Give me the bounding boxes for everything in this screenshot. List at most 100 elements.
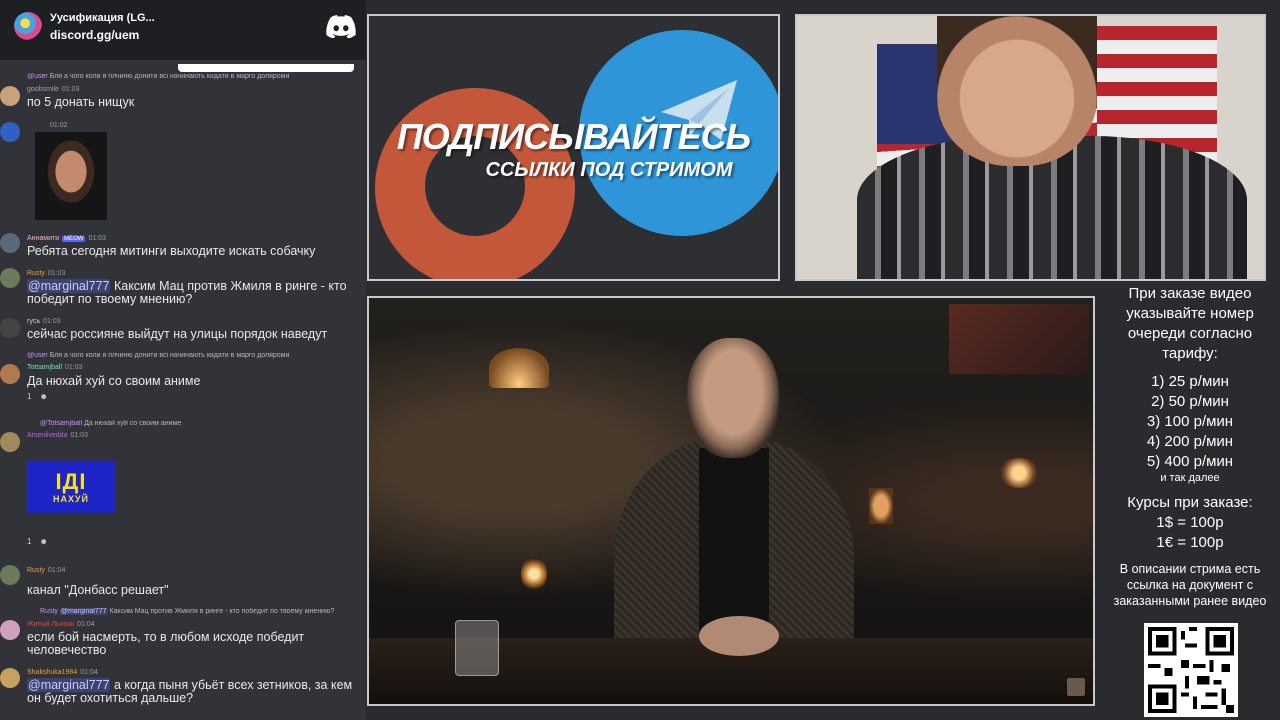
timestamp: 01:04 — [47, 567, 66, 574]
reply-preview[interactable]: Rusty @marginal777 Каксим Мац против Жми… — [40, 608, 366, 615]
timestamp: 01:03 — [88, 235, 107, 242]
courses-title: Курсы при заказе: — [1127, 494, 1253, 511]
author-name[interactable]: goobsmile — [27, 86, 59, 93]
reactions-row: 1 ☻ — [27, 392, 48, 401]
user-mention[interactable]: @marginal777 — [27, 279, 111, 293]
author-name[interactable]: Аннамити — [27, 235, 59, 242]
course-item: 1$ = 100р — [1156, 514, 1224, 531]
message-text: сейчас россияне выйдут на улицы порядок … — [27, 327, 328, 341]
timestamp: 01:03 — [65, 364, 83, 371]
candle-light — [521, 556, 547, 592]
stream-layout: Уусификация (LG... discord.gg/uem @user … — [0, 0, 1280, 720]
timestamp: 01:03 — [47, 270, 66, 277]
author-name[interactable]: Rusty — [27, 270, 45, 277]
guild-name: Уусификация (LG... — [50, 12, 155, 24]
wall-poster — [949, 304, 1089, 374]
message-header: Житый Льосик 01:04 — [27, 621, 95, 628]
course-item: 1€ = 100р — [1156, 534, 1224, 551]
image-text: ІДІ — [55, 469, 87, 494]
message-text: если бой насмерть, то в любом исходе поб… — [27, 630, 305, 657]
reaction-emoji[interactable]: ☻ — [39, 392, 47, 401]
timestamp: 01:03 — [61, 86, 80, 93]
author-name[interactable]: Totsamjball — [27, 364, 62, 371]
author-name[interactable]: Rusty — [27, 567, 45, 574]
discord-chat-panel: Уусификация (LG... discord.gg/uem @user … — [0, 0, 366, 720]
message-header: goobsmile 01:03 — [27, 86, 79, 93]
author-name[interactable]: Shakshuka1984 — [27, 669, 77, 676]
author-name[interactable]: гусь — [27, 318, 40, 325]
discord-icon — [326, 15, 356, 38]
rate-item: 5) 400 р/мин — [1146, 453, 1234, 470]
channel-watermark-icon — [1067, 678, 1085, 696]
image-text: НАХУЙ — [52, 494, 90, 504]
reaction-emoji[interactable]: ☻ — [39, 537, 47, 546]
rate-item: 2) 50 р/мин — [1151, 393, 1229, 410]
banner-title: ПОДПИСЫВАЙТЕСЬ — [396, 116, 751, 157]
message-text: Да нюхай хуй со своим аниме — [27, 374, 201, 388]
message-text: Ребята сегодня митинги выходите искать с… — [27, 244, 316, 258]
message-header: Totsamjball 01:03 — [27, 364, 83, 371]
subscribe-banner: ПОДПИСЫВАЙТЕСЬ ССЫЛКИ ПОД СТРИМОМ — [367, 14, 780, 281]
avatar[interactable] — [0, 318, 20, 338]
guild-icon — [14, 12, 42, 40]
rates-etc: и так далее — [1160, 472, 1220, 484]
chat-input-strip — [178, 64, 354, 72]
avatar[interactable] — [0, 620, 20, 640]
role-badge: MEOW — [62, 235, 86, 242]
stream-description-note: В описании стрима есть ссылка на докумен… — [1113, 562, 1267, 608]
rate-item: 3) 100 р/мин — [1146, 413, 1234, 430]
avatar[interactable] — [0, 268, 20, 288]
ceiling-lamp — [489, 348, 549, 388]
order-info-panel: При заказе видео указывайте номер очеред… — [1100, 284, 1280, 609]
timestamp: 01:04 — [77, 621, 95, 628]
timestamp: 01:03 — [70, 432, 88, 439]
avatar[interactable] — [0, 122, 20, 142]
banner-subtitle: ССЫЛКИ ПОД СТРИМОМ — [485, 159, 733, 181]
reaction-count[interactable]: 1 — [27, 537, 31, 546]
user-mention[interactable]: @marginal777 — [27, 678, 111, 692]
rate-item: 4) 200 р/мин — [1146, 433, 1234, 450]
order-instructions: При заказе видео указывайте номер очеред… — [1126, 285, 1254, 362]
reactions-row: 1 ☻ — [27, 537, 48, 546]
rate-list: 1) 25 р/мин 2) 50 р/мин 3) 100 р/мин 4) … — [1100, 372, 1280, 472]
message-text: по 5 донать нищук — [27, 95, 135, 109]
invite-link[interactable]: discord.gg/uem — [50, 28, 139, 42]
timestamp: 01:03 — [43, 318, 61, 325]
rate-item: 1) 25 р/мин — [1151, 373, 1229, 390]
author-name[interactable]: Житый Льосик — [27, 621, 74, 628]
avatar[interactable] — [0, 233, 20, 253]
message-header: Shakshuka1984 01:04 — [27, 669, 98, 676]
reply-preview[interactable]: @user Бля а чого коли я плчиню донити вс… — [27, 73, 357, 80]
speaker-hands — [699, 616, 779, 656]
avatar[interactable] — [0, 364, 20, 384]
qr-code[interactable] — [1144, 623, 1238, 717]
discord-invite-widget[interactable]: Уусификация (LG... discord.gg/uem — [0, 0, 366, 60]
reaction-count[interactable]: 1 — [27, 392, 31, 401]
message-header: Rusty 01:03 — [27, 270, 65, 277]
timestamp: 01:02 — [50, 122, 68, 129]
message-header: Arseniivedda 01:03 — [27, 432, 88, 439]
attached-image[interactable] — [35, 132, 107, 220]
streamer-head — [937, 16, 1097, 166]
reply-preview[interactable]: @user Бля а чого коли я плчиню донити вс… — [27, 352, 357, 359]
message-header: Rusty 01:04 — [27, 567, 65, 574]
avatar[interactable] — [0, 86, 20, 106]
reply-preview[interactable]: @Totsamjball Да нюхай хуй со своим аниме — [40, 420, 366, 427]
qr-code-icon — [1148, 627, 1234, 713]
main-video-player[interactable] — [367, 296, 1095, 706]
message-text: @marginal777 а когда пыня убьёт всех зет… — [27, 678, 353, 705]
water-glass — [455, 620, 499, 676]
avatar[interactable] — [0, 432, 20, 452]
avatar[interactable] — [0, 668, 20, 688]
message-text: канал "Донбасс решает" — [27, 583, 169, 597]
author-name[interactable]: Arseniivedda — [27, 432, 67, 439]
wall-lamp — [999, 458, 1039, 488]
message-text: @marginal777 Каксим Мац против Жмиля в р… — [27, 279, 347, 306]
timestamp: 01:04 — [80, 669, 98, 676]
streamer-webcam — [795, 14, 1266, 281]
attached-image[interactable]: ІДІ НАХУЙ — [27, 461, 115, 513]
speaker-face — [687, 338, 779, 458]
avatar[interactable] — [0, 565, 20, 585]
table-lamp — [869, 488, 893, 524]
message-header: 01:02 — [50, 122, 68, 129]
